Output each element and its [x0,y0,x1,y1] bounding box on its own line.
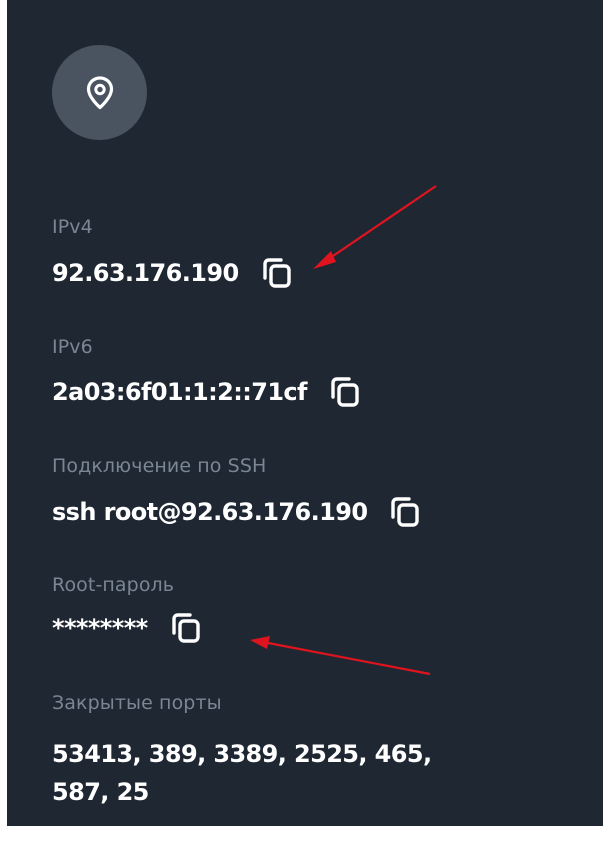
root-password-value: ******** [52,614,148,642]
ipv4-row: 92.63.176.190 [52,256,293,290]
copy-icon [262,258,291,288]
location-badge [52,45,147,140]
copy-icon [171,613,200,643]
ssh-value: ssh root@92.63.176.190 [52,498,368,526]
ipv6-value: 2a03:6f01:1:2::71cf [52,378,307,406]
copy-ssh-button[interactable] [389,495,421,529]
ssh-row: ssh root@92.63.176.190 [52,495,421,529]
root-password-label: Root-пароль [52,574,175,596]
ipv6-label: IPv6 [52,336,93,358]
copy-ipv6-button[interactable] [329,375,361,409]
copy-root-password-button[interactable] [170,611,202,645]
ipv4-label: IPv4 [52,216,93,238]
root-password-row: ******** [52,611,202,645]
copy-icon [331,377,359,407]
closed-ports-label: Закрытые порты [52,692,222,714]
server-info-panel: IPv4 92.63.176.190 IPv6 2a03:6f01:1:2::7… [7,0,603,826]
copy-icon [391,497,420,527]
ipv4-value: 92.63.176.190 [52,259,239,287]
ipv6-row: 2a03:6f01:1:2::71cf [52,375,361,409]
copy-ipv4-button[interactable] [261,256,293,290]
map-pin-icon [86,75,113,109]
closed-ports-value: 53413, 389, 3389, 2525, 465, 587, 25 [52,740,432,806]
ssh-label: Подключение по SSH [52,455,267,477]
